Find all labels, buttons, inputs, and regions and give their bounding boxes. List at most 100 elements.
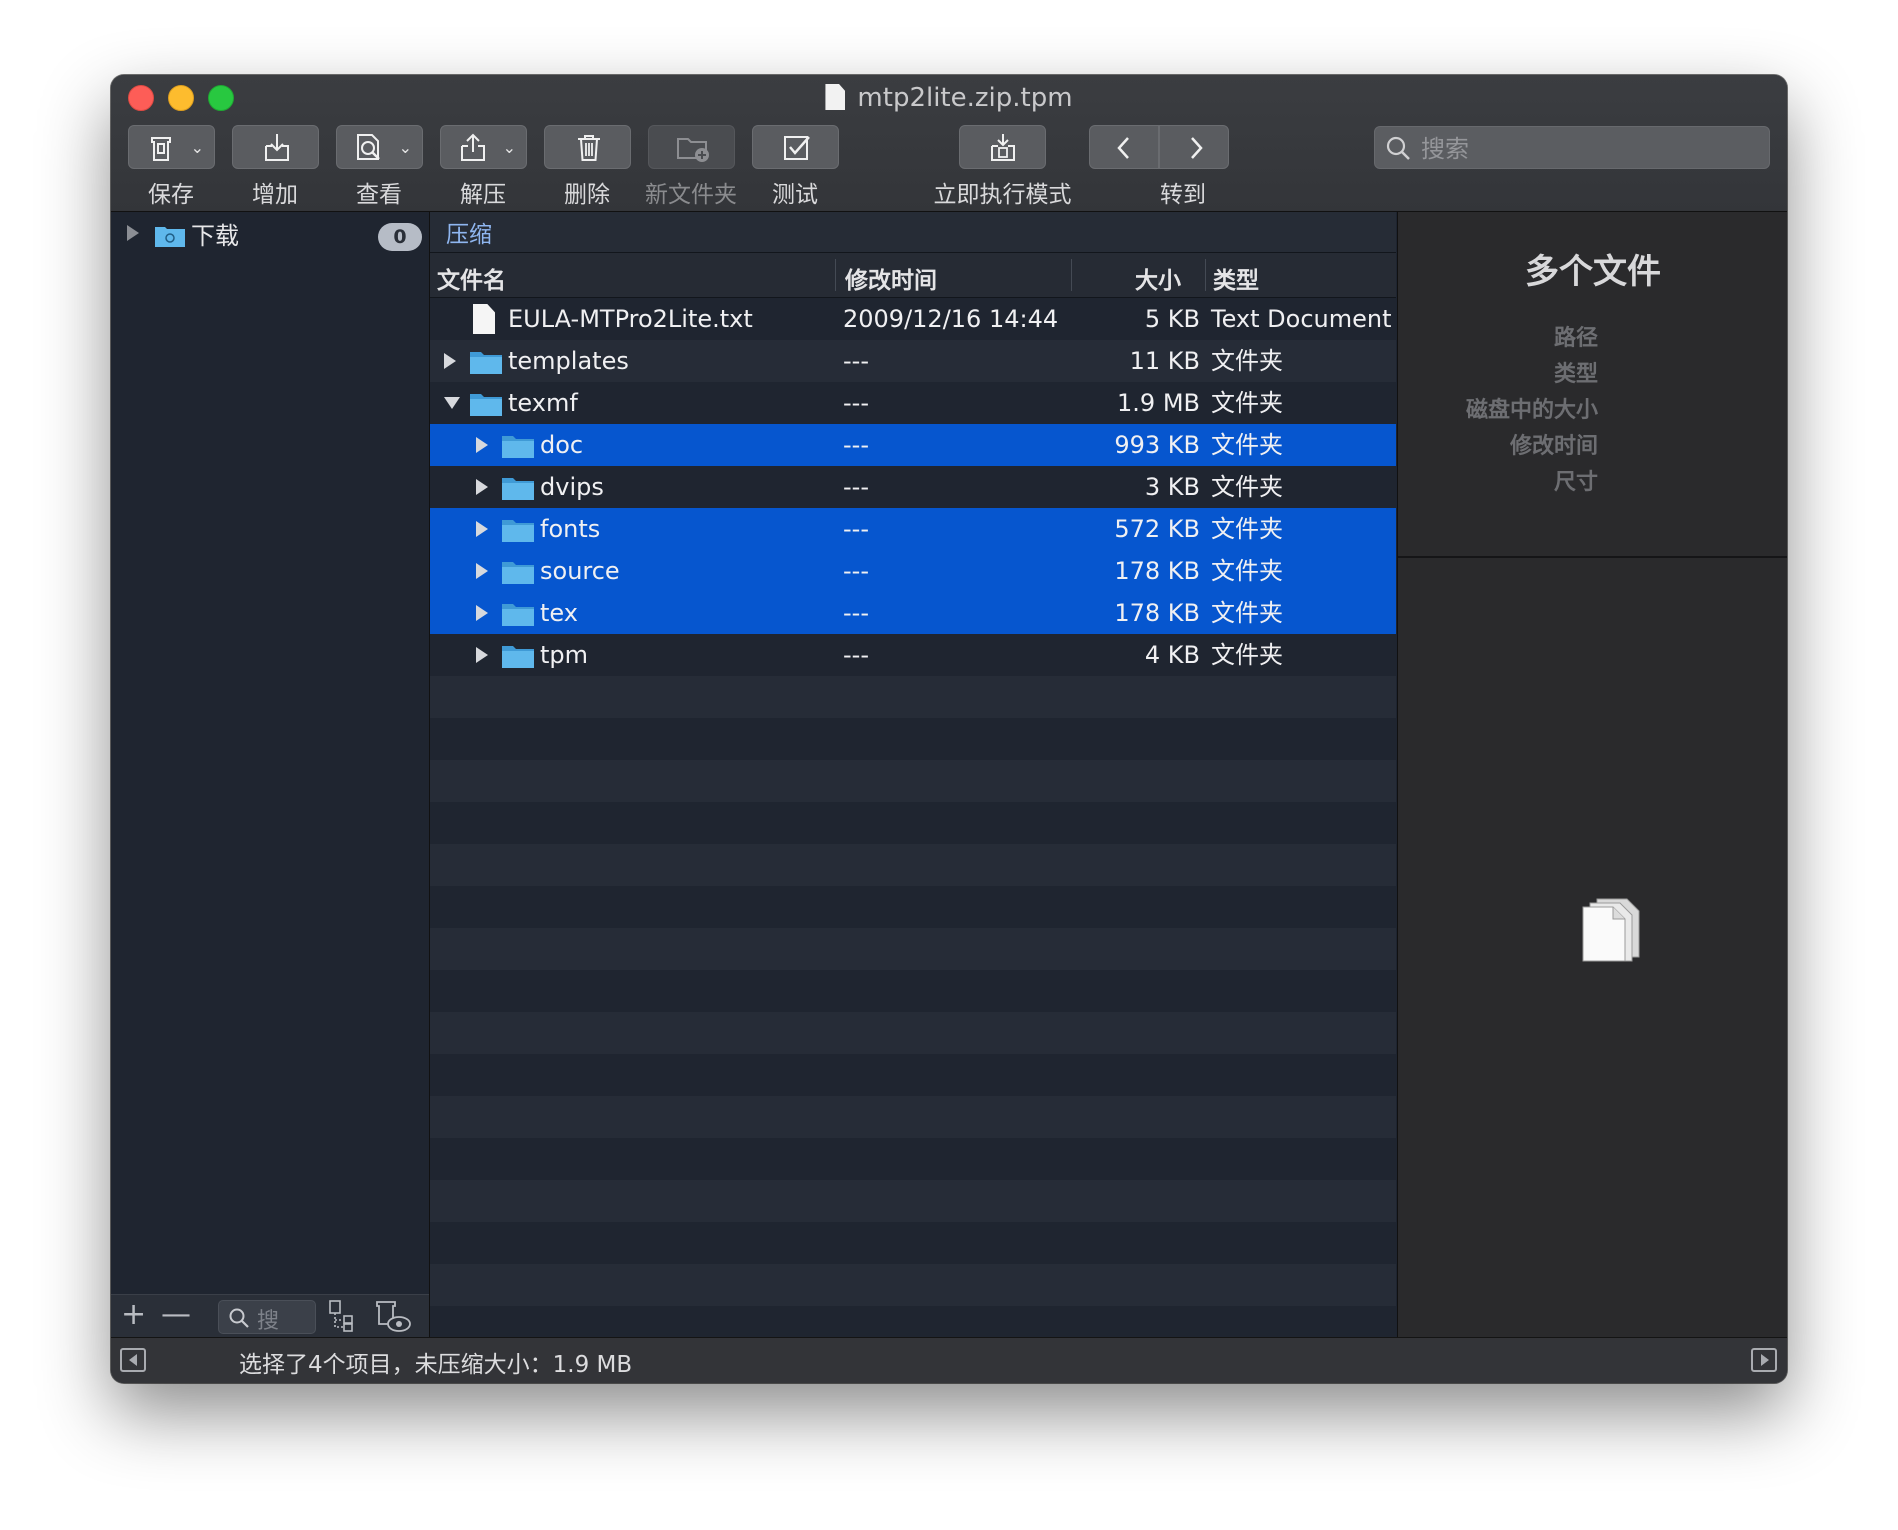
new-folder-button[interactable]	[648, 125, 735, 169]
column-header: 文件名 修改时间 大小 类型	[430, 253, 1396, 298]
triangle-left-icon	[129, 1354, 137, 1366]
empty-row	[430, 1306, 1396, 1337]
empty-row	[430, 760, 1396, 802]
column-name[interactable]: 文件名	[437, 261, 506, 295]
table-row[interactable]: templates --- 11 KB 文件夹	[430, 340, 1396, 382]
table-row[interactable]: fonts --- 572 KB 文件夹	[430, 508, 1396, 550]
minus-icon[interactable]: —	[161, 1299, 191, 1331]
file-type: 文件夹	[1211, 641, 1283, 669]
folder-icon	[155, 227, 185, 247]
disclosure-closed-icon[interactable]	[476, 479, 488, 495]
back-button[interactable]	[1089, 125, 1159, 169]
status-text: 选择了4个项目，未压缩大小：1.9 MB	[239, 1352, 633, 1378]
table-row[interactable]: tpm --- 4 KB 文件夹	[430, 634, 1396, 676]
disclosure-triangle-icon[interactable]	[127, 225, 139, 241]
disclosure-open-icon[interactable]	[444, 397, 460, 409]
toggle-sidebar-icon[interactable]	[120, 1348, 146, 1372]
view-label: 查看	[356, 182, 402, 208]
chevron-down-icon: ⌄	[502, 138, 516, 157]
sidebar-item-downloads[interactable]: 下载 0	[111, 216, 429, 256]
test-label: 测试	[772, 182, 818, 208]
app-window: mtp2lite.zip.tpm ⌄ 保存 增加 ⌄ 查看 ⌄ 解压 删除 新文…	[111, 75, 1787, 1383]
archive-preview-icon[interactable]	[373, 1298, 413, 1334]
info-field-path: 路径	[1553, 326, 1598, 351]
file-modified: ---	[843, 473, 869, 501]
test-button[interactable]	[752, 125, 839, 169]
disclosure-closed-icon[interactable]	[476, 647, 488, 663]
forward-button[interactable]	[1159, 125, 1229, 169]
info-panel: 多个文件 路径 类型 磁盘中的大小 修改时间 尺寸	[1397, 212, 1787, 1337]
add-button[interactable]	[232, 125, 319, 169]
table-row[interactable]: tex --- 178 KB 文件夹	[430, 592, 1396, 634]
folder-icon	[470, 394, 502, 416]
extract-button[interactable]: ⌄	[440, 125, 527, 169]
file-modified: ---	[843, 599, 869, 627]
status-bar: 选择了4个项目，未压缩大小：1.9 MB	[111, 1337, 1787, 1383]
archive-save-icon	[151, 137, 171, 161]
disclosure-closed-icon[interactable]	[476, 605, 488, 621]
column-divider	[1205, 259, 1206, 291]
file-size: 993 KB	[1114, 431, 1200, 459]
column-type[interactable]: 类型	[1213, 261, 1259, 295]
info-field-modified: 修改时间	[1509, 434, 1598, 459]
multiple-documents-icon	[1582, 898, 1640, 962]
empty-row	[430, 1096, 1396, 1138]
file-size: 4 KB	[1144, 641, 1200, 669]
file-modified: ---	[843, 557, 869, 585]
empty-row	[430, 1012, 1396, 1054]
folder-icon	[502, 646, 534, 668]
toggle-info-panel-icon[interactable]	[1751, 1348, 1777, 1372]
plus-icon[interactable]: +	[121, 1299, 146, 1331]
column-modified[interactable]: 修改时间	[845, 261, 937, 295]
disclosure-closed-icon[interactable]	[476, 437, 488, 453]
file-size: 5 KB	[1144, 305, 1200, 333]
table-row[interactable]: dvips --- 3 KB 文件夹	[430, 466, 1396, 508]
empty-row	[430, 718, 1396, 760]
new-folder-icon	[677, 138, 709, 162]
sidebar-bottom-bar: + — 搜	[111, 1294, 429, 1338]
trash-icon	[578, 135, 600, 161]
tree-view-icon[interactable]	[327, 1299, 359, 1333]
view-button[interactable]: ⌄	[336, 125, 423, 169]
file-name: fonts	[540, 515, 601, 543]
document-icon	[825, 84, 846, 110]
sidebar-search-placeholder: 搜	[257, 1309, 280, 1334]
save-label: 保存	[148, 182, 194, 208]
disclosure-closed-icon[interactable]	[444, 353, 456, 369]
info-divider	[1398, 556, 1787, 558]
folder-icon	[502, 604, 534, 626]
toolbar-search[interactable]	[1374, 126, 1770, 169]
empty-row	[430, 1180, 1396, 1222]
add-icon	[265, 134, 289, 161]
table-row[interactable]: doc --- 993 KB 文件夹	[430, 424, 1396, 466]
table-row[interactable]: EULA-MTPro2Lite.txt 2009/12/16 14:44 5 KB T…	[430, 298, 1396, 340]
save-button[interactable]: ⌄	[128, 125, 215, 169]
instant-mode-button[interactable]	[959, 125, 1046, 169]
add-label: 增加	[252, 182, 298, 208]
triangle-right-icon	[1761, 1354, 1769, 1366]
breadcrumb-item[interactable]: 压缩	[446, 215, 492, 249]
chevron-right-icon	[1191, 137, 1203, 159]
empty-row	[430, 928, 1396, 970]
file-name: tex	[540, 599, 578, 627]
disclosure-closed-icon[interactable]	[476, 521, 488, 537]
count-badge: 0	[378, 223, 422, 251]
search-input[interactable]	[1419, 131, 1753, 167]
chevron-left-icon	[1117, 137, 1129, 159]
column-size[interactable]: 大小	[1135, 261, 1181, 295]
file-modified: ---	[843, 431, 869, 459]
table-row[interactable]: source --- 178 KB 文件夹	[430, 550, 1396, 592]
sidebar-item-label: 下载	[191, 222, 239, 250]
file-size: 572 KB	[1114, 515, 1200, 543]
sidebar-search[interactable]: 搜	[218, 1300, 316, 1334]
test-check-icon	[784, 136, 810, 160]
file-name: templates	[508, 347, 629, 375]
table-row[interactable]: texmf --- 1.9 MB 文件夹	[430, 382, 1396, 424]
file-type: 文件夹	[1211, 473, 1283, 501]
file-name: doc	[540, 431, 584, 459]
delete-button[interactable]	[544, 125, 631, 169]
file-modified: ---	[843, 515, 869, 543]
info-field-dimensions: 尺寸	[1553, 470, 1598, 495]
disclosure-closed-icon[interactable]	[476, 563, 488, 579]
folder-icon	[502, 436, 534, 458]
